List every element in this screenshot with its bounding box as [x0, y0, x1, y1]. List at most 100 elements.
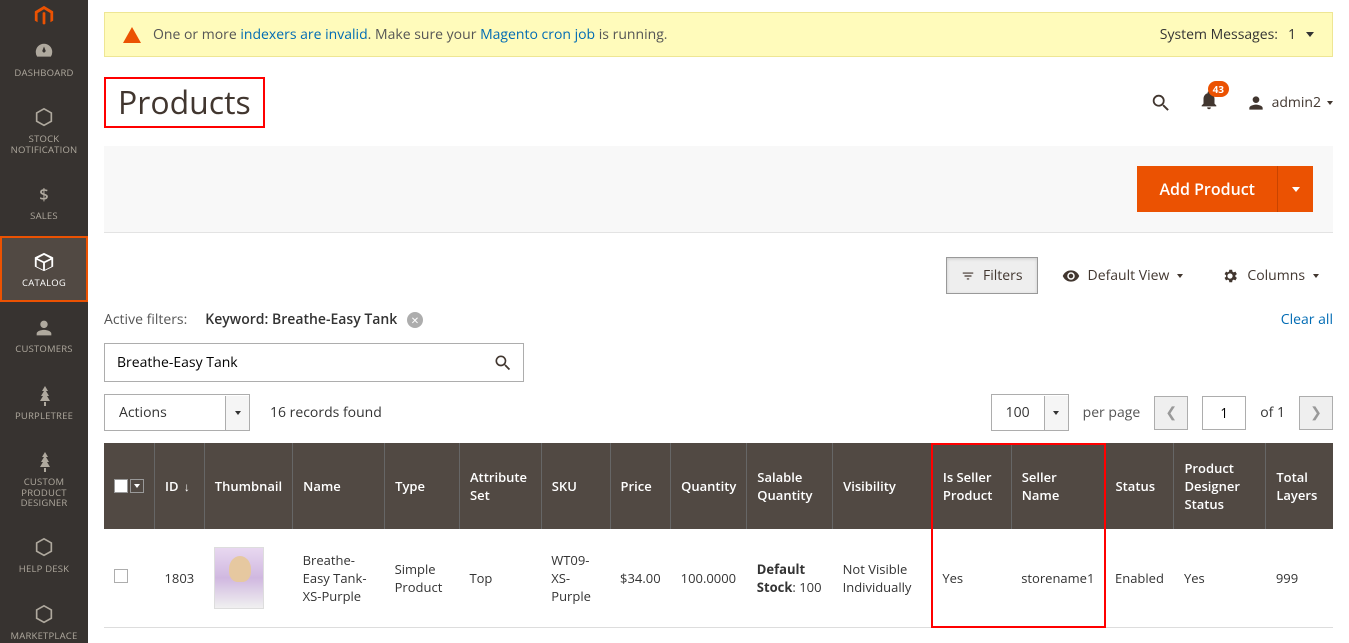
column-header[interactable]: Product Designer Status — [1174, 443, 1266, 529]
cell-type: Simple Product — [385, 529, 460, 628]
page-size-select[interactable]: 100 — [991, 394, 1069, 431]
cell-is-seller: Yes — [932, 529, 1011, 628]
user-menu[interactable]: admin2 — [1246, 93, 1333, 113]
select-all-checkbox[interactable] — [114, 479, 144, 493]
column-header[interactable] — [104, 443, 155, 529]
sidebar-item-label: CUSTOM PRODUCT DESIGNER — [4, 477, 84, 508]
sidebar-item-label: STOCK NOTIFICATION — [4, 134, 84, 155]
active-filters-label: Active filters: — [104, 310, 187, 329]
sidebar: DASHBOARD STOCK NOTIFICATION $SALES CATALOG… — [0, 0, 88, 643]
sidebar-item-label: HELP DESK — [19, 564, 69, 574]
sidebar-item-stock-notification[interactable]: STOCK NOTIFICATION — [0, 92, 88, 169]
clear-all-link[interactable]: Clear all — [1281, 310, 1333, 329]
filter-chip: Keyword: Breathe-Easy Tank ✕ — [205, 310, 423, 329]
actions-dropdown[interactable]: Actions — [104, 394, 250, 431]
global-search-icon[interactable] — [1150, 92, 1172, 114]
sidebar-item-sales[interactable]: $SALES — [0, 169, 88, 235]
box-icon — [33, 250, 55, 274]
cell-status: Enabled — [1105, 529, 1174, 628]
magento-logo-icon — [33, 5, 55, 27]
remove-filter-icon[interactable]: ✕ — [407, 312, 423, 328]
add-product-button[interactable]: Add Product — [1137, 166, 1277, 212]
sidebar-item-marketplace[interactable]: MARKETPLACE — [0, 589, 88, 643]
prev-page-button[interactable]: ❮ — [1154, 396, 1188, 430]
gauge-icon — [33, 40, 55, 64]
chevron-down-icon — [235, 411, 241, 415]
sidebar-item-dashboard[interactable]: DASHBOARD — [0, 26, 88, 92]
notifications-button[interactable]: 43 — [1198, 89, 1220, 116]
toolbar: Add Product — [104, 146, 1333, 233]
page-of-label: of 1 — [1260, 403, 1285, 422]
column-header[interactable]: Status — [1105, 443, 1174, 529]
system-messages-toggle[interactable]: System Messages: 1 — [1160, 25, 1314, 44]
cell-layers: 999 — [1266, 529, 1333, 628]
cell-sku: WT09-XS-Purple — [541, 529, 610, 628]
sidebar-item-help-desk[interactable]: HELP DESK — [0, 522, 88, 588]
sidebar-item-label: DASHBOARD — [14, 68, 73, 78]
tree-icon — [33, 449, 55, 473]
default-view-button[interactable]: Default View — [1048, 258, 1198, 293]
column-header[interactable]: Total Layers — [1266, 443, 1333, 529]
search-input[interactable] — [105, 344, 483, 381]
records-count: 16 records found — [270, 403, 382, 422]
cron-link[interactable]: Magento cron job — [480, 25, 595, 44]
sidebar-item-label: CUSTOMERS — [15, 344, 72, 354]
column-header[interactable]: Price — [610, 443, 671, 529]
cell-qty: 100.0000 — [671, 529, 747, 628]
sidebar-item-label: SALES — [30, 211, 58, 221]
column-header[interactable]: Type — [385, 443, 460, 529]
sort-desc-icon: ↓ — [184, 478, 190, 495]
columns-button[interactable]: Columns — [1207, 258, 1333, 293]
sidebar-item-customers[interactable]: CUSTOMERS — [0, 302, 88, 368]
indexers-link[interactable]: indexers are invalid — [240, 25, 367, 44]
cell-price: $34.00 — [610, 529, 671, 628]
row-checkbox[interactable] — [114, 569, 128, 583]
cell-visibility: Not Visible Individually — [833, 529, 933, 628]
column-header[interactable]: Attribute Set — [459, 443, 541, 529]
grid-controls: Filters Default View Columns — [104, 257, 1333, 294]
column-header[interactable]: Thumbnail — [204, 443, 292, 529]
column-header[interactable]: Name — [293, 443, 385, 529]
next-page-button[interactable]: ❯ — [1299, 396, 1333, 430]
column-header[interactable]: Salable Quantity — [747, 443, 833, 529]
page-header: Products 43 admin2 — [104, 77, 1333, 128]
sidebar-item-purpletree[interactable]: PURPLETREE — [0, 369, 88, 435]
hex-icon — [33, 536, 55, 560]
system-message-text: One or more indexers are invalid. Make s… — [153, 25, 667, 44]
products-table-wrap: ID ↓ThumbnailNameTypeAttribute SetSKUPri… — [104, 443, 1333, 628]
system-message-bar: One or more indexers are invalid. Make s… — [104, 12, 1333, 57]
chevron-down-icon — [1327, 101, 1333, 105]
per-page-label: per page — [1083, 403, 1141, 422]
search-row — [104, 343, 1333, 382]
hex-icon — [33, 106, 55, 130]
chevron-down-icon — [1292, 187, 1300, 192]
filters-button[interactable]: Filters — [946, 257, 1038, 294]
chevron-down-icon — [1177, 274, 1183, 278]
magento-logo[interactable] — [0, 0, 88, 26]
cell-id: 1803 — [155, 529, 205, 628]
column-header[interactable]: Is Seller Product — [932, 443, 1011, 529]
add-product-dropdown[interactable] — [1277, 166, 1313, 212]
sidebar-item-catalog[interactable]: CATALOG — [0, 236, 88, 302]
search-submit[interactable] — [483, 353, 523, 373]
sidebar-item-custom-product-designer[interactable]: CUSTOM PRODUCT DESIGNER — [0, 435, 88, 522]
keyword-search — [104, 343, 524, 382]
column-header[interactable]: SKU — [541, 443, 610, 529]
person-icon — [33, 316, 55, 340]
tree-icon — [33, 383, 55, 407]
page-input[interactable] — [1202, 396, 1246, 430]
chevron-down-icon — [1306, 32, 1314, 37]
sidebar-item-label: CATALOG — [22, 278, 66, 288]
cell-attr-set: Top — [459, 529, 541, 628]
cell-pd-status: Yes — [1174, 529, 1266, 628]
column-header[interactable]: ID ↓ — [155, 443, 205, 529]
column-header[interactable]: Seller Name — [1011, 443, 1105, 529]
thumbnail-image[interactable] — [214, 547, 264, 609]
hex-icon — [33, 603, 55, 627]
table-row[interactable]: 1803 Breathe-Easy Tank-XS-Purple Simple … — [104, 529, 1333, 628]
column-header[interactable]: Quantity — [671, 443, 747, 529]
user-name: admin2 — [1272, 93, 1321, 112]
notification-count: 43 — [1208, 81, 1229, 97]
column-header[interactable]: Visibility — [833, 443, 933, 529]
warning-icon — [123, 27, 141, 43]
